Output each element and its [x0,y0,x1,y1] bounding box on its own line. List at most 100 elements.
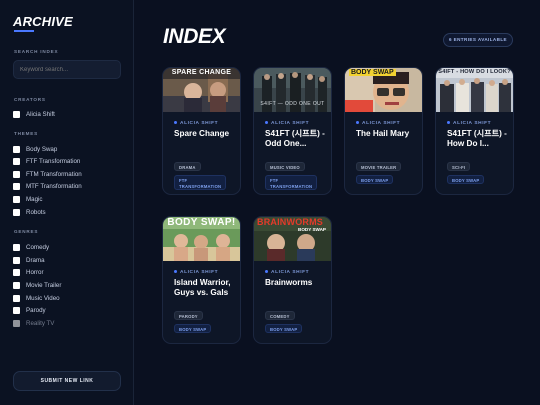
checkbox[interactable] [13,319,20,327]
checkbox[interactable] [13,110,20,118]
filter-label: FTM Transformation [26,170,82,178]
filter-label: Comedy [26,243,50,251]
genre-filter-horror[interactable]: Horror [13,267,44,277]
filter-label: Drama [26,256,45,264]
sidebar: ARCHIVE SEARCH INDEX CREATORS Alicia Shi… [0,0,134,405]
creator-dot-icon [356,121,359,125]
entry-card-how-do-i-look[interactable]: S4IFT - HOW DO I LOOK? ALICIA SHIFT S41F… [435,67,514,195]
card-title[interactable]: S41FT (시프트) - How Do I... [447,129,509,149]
submit-new-link-button[interactable]: SUBMIT NEW LINK [13,371,121,391]
creator-dot-icon [447,121,450,125]
card-creator: ALICIA SHIFT [356,121,400,126]
tag-theme[interactable]: BODY SWAP [356,175,394,184]
card-creator: ALICIA SHIFT [174,270,218,275]
card-title[interactable]: Spare Change [174,129,236,139]
tag-genre[interactable]: PARODY [174,311,203,320]
creator-name: ALICIA SHIFT [453,121,492,126]
genre-filter-drama[interactable]: Drama [13,255,45,265]
genre-filter-comedy[interactable]: Comedy [13,242,49,252]
creator-name: ALICIA SHIFT [271,270,310,275]
card-thumbnail[interactable]: S4IFT - HOW DO I LOOK? [436,68,513,112]
genres-section-label: GENRES [14,229,39,234]
card-creator: ALICIA SHIFT [265,121,309,126]
card-creator: ALICIA SHIFT [265,270,309,275]
card-thumbnail[interactable]: S4IFT — ODD ONE OUT [254,68,331,112]
card-title[interactable]: The Hail Mary [356,129,418,139]
thumbnail-caption: BODY SWAP [349,69,396,76]
checkbox[interactable] [13,195,20,203]
tag-genre[interactable]: MOVIE TRAILER [356,162,402,171]
creator-filter-alicia-shift[interactable]: Alicia Shift [13,109,55,119]
theme-filter-mtf-transformation[interactable]: MTF Transformation [13,181,82,191]
entry-card-odd-one-out[interactable]: S4IFT — ODD ONE OUT ALICIA SHIFT S41FT (… [253,67,332,195]
checkbox[interactable] [13,268,20,276]
thumbnail-caption: BRAINWORMS [257,217,323,227]
tag-genre[interactable]: COMEDY [265,311,295,320]
card-thumbnail[interactable]: BODY SWAP! [163,217,240,261]
entry-card-island-warrior[interactable]: BODY SWAP! ALICIA SHIFT Island Warrior, … [162,216,241,344]
theme-filter-robots[interactable]: Robots [13,207,46,217]
creator-dot-icon [265,270,268,274]
card-title[interactable]: S41FT (시프트) - Odd One... [265,129,327,149]
checkbox[interactable] [13,294,20,302]
search-section-label: SEARCH INDEX [14,49,59,54]
theme-filter-magic[interactable]: Magic [13,194,43,204]
theme-filter-ftf-transformation[interactable]: FTF Transformation [13,156,80,166]
card-thumbnail[interactable]: BRAINWORMS BODY SWAP [254,217,331,261]
card-title[interactable]: Island Warrior, Guys vs. Gals [174,278,236,298]
theme-filter-ftm-transformation[interactable]: FTM Transformation [13,169,82,179]
entry-card-the-hail-mary[interactable]: BODY SWAP ALICIA SHIFT The Hail Mary MOV… [344,67,423,195]
themes-section-label: THEMES [14,131,38,136]
filter-label: Horror [26,268,44,276]
filter-label: FTF Transformation [26,157,81,165]
filter-label: Magic [26,195,43,203]
genre-filter-reality-tv[interactable]: Reality TV [13,318,54,328]
tag-theme[interactable]: BODY SWAP [447,175,485,184]
genre-filter-music-video[interactable]: Music Video [13,293,60,303]
checkbox[interactable] [13,208,20,216]
thumbnail-caption: S4IFT — ODD ONE OUT [260,101,325,107]
checkbox[interactable] [13,182,20,190]
brand-logo[interactable]: ARCHIVE [13,14,73,29]
card-thumbnail[interactable]: BODY SWAP [345,68,422,112]
checkbox[interactable] [13,170,20,178]
tag-genre[interactable]: DRAMA [174,162,201,171]
page-title: INDEX [163,25,226,48]
thumbnail-subcaption: BODY SWAP [298,227,326,232]
checkbox[interactable] [13,243,20,251]
filter-label: Reality TV [26,319,55,327]
card-thumbnail[interactable]: SPARE CHANGE [163,68,240,112]
filter-label: Movie Trailer [26,281,62,289]
checkbox[interactable] [13,281,20,289]
tag-theme[interactable]: FTF TRANSFORMATION [265,175,317,190]
theme-filter-body-swap[interactable]: Body Swap [13,144,57,154]
checkbox[interactable] [13,157,20,165]
creator-dot-icon [174,270,177,274]
creator-name: ALICIA SHIFT [271,121,310,126]
checkbox[interactable] [13,145,20,153]
filter-label: Music Video [26,294,60,302]
filter-label: Robots [26,208,46,216]
filter-label: Alicia Shift [26,110,55,118]
tag-genre[interactable]: MUSIC VIDEO [265,162,305,171]
card-creator: ALICIA SHIFT [174,121,218,126]
genre-filter-parody[interactable]: Parody [13,305,46,315]
creator-dot-icon [265,121,268,125]
entry-card-brainworms[interactable]: BRAINWORMS BODY SWAP ALICIA SHIFT Brainw… [253,216,332,344]
genre-filter-movie-trailer[interactable]: Movie Trailer [13,280,61,290]
tag-theme[interactable]: BODY SWAP [265,324,303,333]
checkbox[interactable] [13,306,20,314]
thumbnail-caption: BODY SWAP! [167,217,236,228]
thumbnail-caption: S4IFT - HOW DO I LOOK? [438,69,511,75]
thumbnail-caption: SPARE CHANGE [171,69,232,76]
card-title[interactable]: Brainworms [265,278,327,288]
search-input[interactable] [13,60,121,79]
tag-genre[interactable]: SCI-FI [447,162,471,171]
card-creator: ALICIA SHIFT [447,121,491,126]
checkbox[interactable] [13,256,20,264]
tag-theme[interactable]: FTF TRANSFORMATION [174,175,226,190]
filter-label: MTF Transformation [26,182,82,190]
entry-card-spare-change[interactable]: SPARE CHANGE ALICIA SHIFT Spare Change D… [162,67,241,195]
tag-theme[interactable]: BODY SWAP [174,324,212,333]
filter-label: Parody [26,306,46,314]
